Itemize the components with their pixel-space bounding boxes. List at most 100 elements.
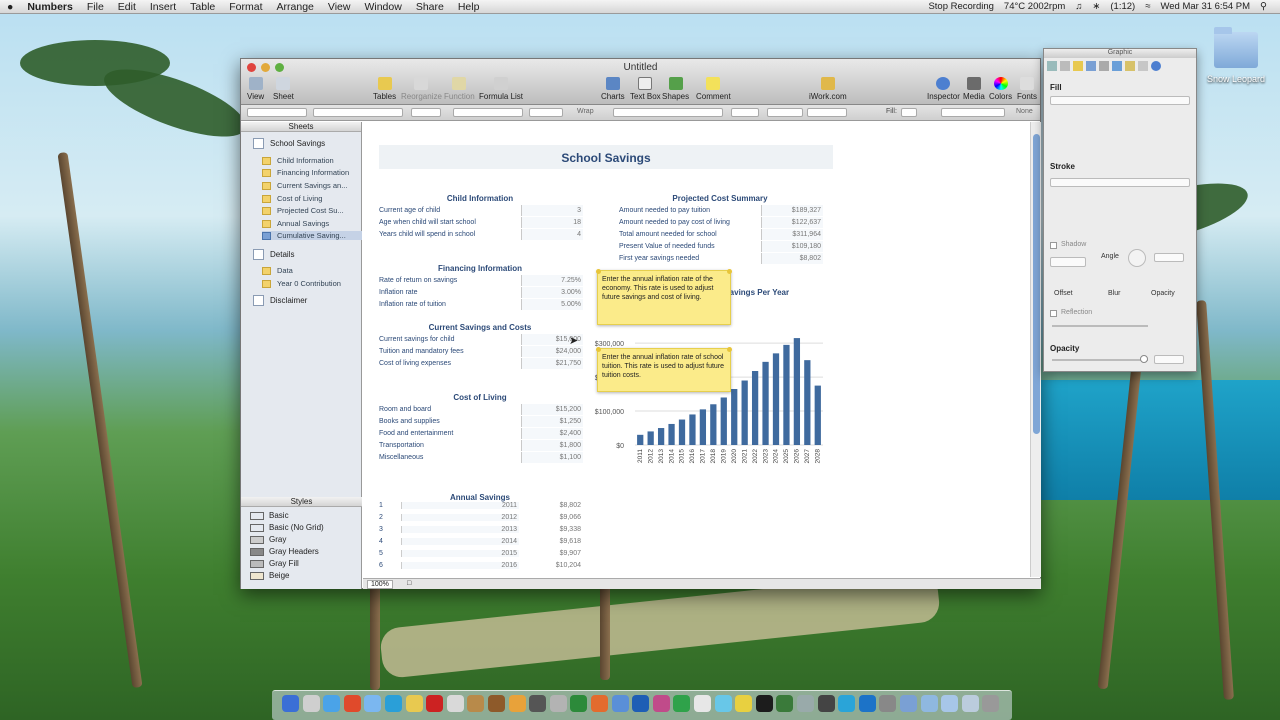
fill-popup[interactable] bbox=[1050, 96, 1190, 105]
annual-row-value[interactable]: $10,204 bbox=[523, 562, 581, 569]
note-handle[interactable] bbox=[596, 347, 601, 352]
line-popup[interactable] bbox=[767, 108, 803, 117]
row-value[interactable]: $311,964 bbox=[761, 231, 821, 238]
dock-app-icon[interactable] bbox=[858, 695, 876, 712]
dock-app-icon[interactable] bbox=[673, 695, 691, 712]
charts-button[interactable]: Charts bbox=[601, 77, 625, 101]
comment-button[interactable]: Comment bbox=[696, 77, 731, 101]
thickness-popup[interactable] bbox=[807, 108, 847, 117]
sheet-details[interactable]: Details bbox=[253, 249, 294, 260]
reflection-slider[interactable] bbox=[1052, 325, 1148, 327]
row-value[interactable]: 3.00% bbox=[521, 289, 581, 296]
dock-app-icon[interactable] bbox=[343, 695, 361, 712]
zoom-popup[interactable]: 100% bbox=[367, 580, 393, 589]
vertical-alignment-buttons[interactable] bbox=[529, 108, 563, 117]
annual-row-value[interactable]: $9,066 bbox=[523, 514, 581, 521]
stop-recording-status[interactable]: Stop Recording bbox=[923, 1, 998, 12]
dock-app-icon[interactable] bbox=[488, 695, 505, 712]
sheet-school-savings[interactable]: School Savings bbox=[253, 138, 325, 149]
dock-app-icon[interactable] bbox=[982, 695, 1000, 712]
text-inspector-icon[interactable] bbox=[1099, 61, 1109, 71]
comment-note-tuition[interactable]: Enter the annual inflation rate of schoo… bbox=[596, 347, 732, 392]
table-item[interactable]: Data bbox=[262, 266, 293, 275]
temperature-status[interactable]: 74°C 2002rpm bbox=[999, 1, 1070, 12]
view-button[interactable]: View bbox=[247, 77, 264, 101]
inspector-button[interactable]: Inspector bbox=[927, 77, 960, 101]
row-value[interactable]: $189,327 bbox=[761, 207, 821, 214]
tables-button[interactable]: Tables bbox=[373, 77, 396, 101]
dock-app-icon[interactable] bbox=[467, 695, 485, 712]
style-item[interactable]: Basic bbox=[250, 511, 289, 520]
dock-app-icon[interactable] bbox=[385, 695, 402, 712]
dock-app-icon[interactable] bbox=[900, 695, 917, 712]
annual-row-number[interactable]: 5 bbox=[379, 550, 391, 557]
shadow-color-well[interactable] bbox=[1050, 257, 1086, 267]
document-inspector-icon[interactable] bbox=[1047, 61, 1057, 71]
table-item[interactable]: Year 0 Contribution bbox=[262, 279, 341, 288]
style-item[interactable]: Beige bbox=[250, 571, 289, 580]
style-item[interactable]: Gray Fill bbox=[250, 559, 299, 568]
chart-item-selected[interactable]: Cumulative Saving... bbox=[262, 231, 362, 240]
note-handle[interactable] bbox=[596, 269, 601, 274]
table-item[interactable]: Annual Savings bbox=[262, 219, 329, 228]
wifi-icon[interactable]: ≈ bbox=[1140, 1, 1155, 12]
shapes-button[interactable]: Shapes bbox=[662, 77, 689, 101]
stroke-popup[interactable] bbox=[1050, 178, 1190, 187]
text-box-button[interactable]: Text Box bbox=[630, 77, 661, 101]
row-value[interactable]: $1,250 bbox=[521, 418, 581, 425]
row-value[interactable]: 4 bbox=[521, 231, 581, 238]
row-value[interactable]: $122,637 bbox=[761, 219, 821, 226]
style-item[interactable]: Basic (No Grid) bbox=[250, 523, 324, 532]
style-item[interactable]: Gray bbox=[250, 535, 286, 544]
opacity-field[interactable] bbox=[1154, 355, 1184, 364]
annual-row-year[interactable]: 2016 bbox=[401, 562, 519, 569]
layout-inspector-icon[interactable] bbox=[1060, 61, 1070, 71]
angle-wheel[interactable] bbox=[1128, 249, 1146, 267]
annual-row-number[interactable]: 4 bbox=[379, 538, 391, 545]
annual-row-year[interactable]: 2012 bbox=[401, 514, 519, 521]
desktop-drive-icon[interactable]: Snow Leopard bbox=[1206, 27, 1266, 84]
dock-app-icon[interactable] bbox=[508, 695, 526, 712]
annual-row-year[interactable]: 2011 bbox=[401, 502, 519, 509]
fonts-button[interactable]: Fonts bbox=[1017, 77, 1037, 101]
row-value[interactable]: $15,200 bbox=[521, 406, 581, 413]
formula-list-button[interactable]: Formula List bbox=[479, 77, 523, 101]
menu-arrange[interactable]: Arrange bbox=[270, 1, 321, 13]
shadow-checkbox[interactable] bbox=[1050, 242, 1057, 249]
dock-app-icon[interactable] bbox=[920, 695, 938, 712]
dock-app-icon[interactable] bbox=[714, 695, 732, 712]
graphic-inspector-icon[interactable] bbox=[1112, 61, 1122, 71]
fill-color-well[interactable] bbox=[901, 108, 917, 117]
dock-app-icon[interactable] bbox=[879, 695, 897, 712]
dock-app-icon[interactable] bbox=[817, 695, 835, 712]
border-buttons[interactable] bbox=[941, 108, 1005, 117]
dock-app-icon[interactable] bbox=[549, 695, 567, 712]
row-value[interactable]: 3 bbox=[521, 207, 581, 214]
table-item[interactable]: Cost of Living bbox=[262, 194, 322, 203]
reorganize-button[interactable]: Reorganize bbox=[401, 77, 442, 101]
menu-edit[interactable]: Edit bbox=[111, 1, 143, 13]
dock-app-icon[interactable] bbox=[755, 695, 773, 712]
font-popup[interactable] bbox=[313, 108, 403, 117]
annual-row-value[interactable]: $8,802 bbox=[523, 502, 581, 509]
table-item[interactable]: Financing Information bbox=[262, 168, 349, 177]
menu-format[interactable]: Format bbox=[222, 1, 269, 13]
style-item[interactable]: Gray Headers bbox=[250, 547, 319, 556]
spotlight-icon[interactable]: ⚲ bbox=[1255, 1, 1272, 12]
row-value[interactable]: $21,750 bbox=[521, 360, 581, 367]
note-handle[interactable] bbox=[727, 269, 732, 274]
dock-app-icon[interactable] bbox=[364, 695, 382, 712]
dock-app-icon[interactable] bbox=[591, 695, 608, 712]
clock[interactable]: Wed Mar 31 6:54 PM bbox=[1155, 1, 1255, 12]
dock-app-icon[interactable] bbox=[323, 695, 341, 712]
menu-table[interactable]: Table bbox=[183, 1, 222, 13]
angle-field[interactable] bbox=[1154, 253, 1184, 262]
media-button[interactable]: Media bbox=[963, 77, 985, 101]
dock-app-icon[interactable] bbox=[838, 695, 856, 712]
dock-app-icon[interactable] bbox=[426, 695, 444, 712]
annual-row-year[interactable]: 2015 bbox=[401, 550, 519, 557]
menu-app-name[interactable]: Numbers bbox=[20, 1, 80, 13]
annual-row-year[interactable]: 2013 bbox=[401, 526, 519, 533]
dock-app-icon[interactable] bbox=[652, 695, 670, 712]
annual-row-value[interactable]: $9,618 bbox=[523, 538, 581, 545]
